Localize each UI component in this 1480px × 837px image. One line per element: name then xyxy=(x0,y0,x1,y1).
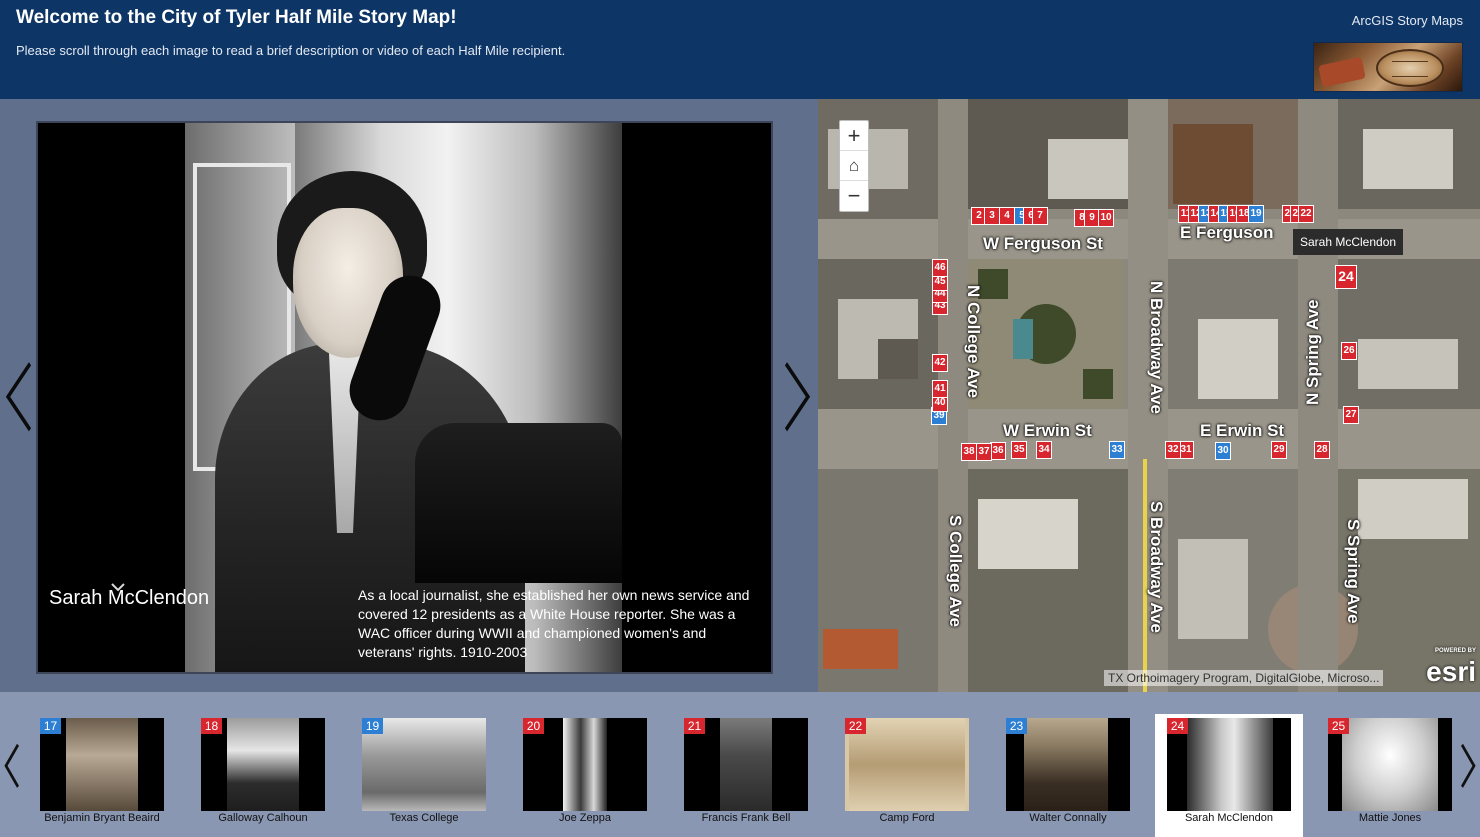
carousel-item-label: Camp Ford xyxy=(879,812,935,824)
carousel-item-label: Mattie Jones xyxy=(1358,812,1422,824)
chevron-left-icon xyxy=(5,362,32,432)
header-logo-image xyxy=(1313,42,1463,92)
zoom-in-button[interactable]: + xyxy=(840,121,868,151)
item-number-badge: 20 xyxy=(523,718,544,734)
map-marker[interactable]: 3 xyxy=(984,207,1000,225)
item-title: Sarah McClendon xyxy=(49,587,210,609)
page-subtitle: Please scroll through each image to read… xyxy=(16,43,566,58)
map-marker[interactable]: 37 xyxy=(976,443,992,461)
item-number-badge: 17 xyxy=(40,718,61,734)
street-label-w-erwin: W Erwin St xyxy=(1003,421,1092,440)
map-marker[interactable]: 32 xyxy=(1165,441,1181,459)
map-tooltip: Sarah McClendon xyxy=(1293,229,1404,255)
carousel-item-active[interactable]: 24 Sarah McClendon xyxy=(1167,718,1291,834)
map-marker[interactable]: 26 xyxy=(1341,342,1357,360)
map-marker[interactable]: 36 xyxy=(990,442,1006,460)
map-marker[interactable]: 30 xyxy=(1215,442,1231,460)
page-title: Welcome to the City of Tyler Half Mile S… xyxy=(16,7,457,28)
map-marker[interactable]: 19 xyxy=(1248,205,1264,223)
street-label-e-ferguson: E Ferguson xyxy=(1180,223,1274,242)
chevron-right-icon xyxy=(1461,743,1476,788)
carousel-item[interactable]: 17 Benjamin Bryant Beaird xyxy=(40,718,164,834)
street-label-s-broadway: S Broadway Ave xyxy=(1147,501,1166,633)
item-number-badge: 25 xyxy=(1328,718,1349,734)
map-marker[interactable]: 7 xyxy=(1032,207,1048,225)
arcgis-story-maps-link[interactable]: ArcGIS Story Maps xyxy=(1352,13,1463,28)
item-number-badge: 24 xyxy=(1167,718,1188,734)
map-marker[interactable]: 35 xyxy=(1011,441,1027,459)
street-label-e-erwin: E Erwin St xyxy=(1200,421,1285,440)
carousel-next-button[interactable] xyxy=(1460,742,1476,798)
logo-brick xyxy=(1318,56,1366,88)
item-number-badge: 18 xyxy=(201,718,222,734)
logo-plaque xyxy=(1376,49,1444,87)
map-marker[interactable]: 29 xyxy=(1271,441,1287,459)
carousel-item-label: Joe Zeppa xyxy=(559,812,611,824)
map-marker[interactable]: 41 xyxy=(932,380,948,398)
item-description: As a local journalist, she established h… xyxy=(358,587,750,660)
story-map[interactable]: + ⌂ − W Ferguson St E Ferguson W Erwin S… xyxy=(818,99,1480,692)
carousel-item[interactable]: 25 Mattie Jones xyxy=(1328,718,1452,834)
street-label-w-ferguson: W Ferguson St xyxy=(983,234,1103,253)
map-marker[interactable]: 38 xyxy=(961,443,977,461)
carousel-item-label: Francis Frank Bell xyxy=(701,812,791,824)
zoom-out-button[interactable]: − xyxy=(840,181,868,211)
street-label-n-college: N College Ave xyxy=(964,285,983,399)
chevron-right-icon xyxy=(784,362,811,432)
next-item-button[interactable] xyxy=(782,359,812,448)
street-label-s-spring: S Spring Ave xyxy=(1344,519,1363,624)
prev-item-button[interactable] xyxy=(4,359,34,448)
item-number-badge: 22 xyxy=(845,718,866,734)
home-button[interactable]: ⌂ xyxy=(840,151,868,181)
street-label-n-broadway: N Broadway Ave xyxy=(1147,281,1166,414)
map-marker-selected[interactable]: 24 xyxy=(1335,265,1357,289)
thumbnail-carousel: 17 Benjamin Bryant Beaird 18 Galloway Ca… xyxy=(0,692,1480,837)
carousel-item-label: Sarah McClendon xyxy=(1184,812,1274,824)
map-attribution: TX Orthoimagery Program, DigitalGlobe, M… xyxy=(1104,670,1384,686)
media-frame: Sarah McClendon As a local journalist, s… xyxy=(36,121,773,674)
item-number-badge: 21 xyxy=(684,718,705,734)
item-number-badge: 19 xyxy=(362,718,383,734)
map-marker[interactable]: 22 xyxy=(1298,205,1314,223)
street-label-n-spring: N Spring Ave xyxy=(1303,299,1322,405)
media-panel: Sarah McClendon As a local journalist, s… xyxy=(0,99,818,692)
header-bar: Welcome to the City of Tyler Half Mile S… xyxy=(0,0,1480,99)
chevron-left-icon xyxy=(4,743,19,788)
carousel-item[interactable]: 22 Camp Ford xyxy=(845,718,969,834)
esri-logo: POWERED BY esri xyxy=(1426,648,1476,687)
item-number-badge: 23 xyxy=(1006,718,1027,734)
map-marker[interactable]: 28 xyxy=(1314,441,1330,459)
map-marker[interactable]: 10 xyxy=(1098,209,1114,227)
carousel-prev-button[interactable] xyxy=(4,742,20,798)
carousel-item-label: Galloway Calhoun xyxy=(218,812,308,824)
carousel-item-label: Walter Connally xyxy=(1029,812,1107,824)
map-marker[interactable]: 4 xyxy=(999,207,1015,225)
map-marker[interactable]: 46 xyxy=(932,259,948,277)
carousel-item[interactable]: 20 Joe Zeppa xyxy=(523,718,647,834)
carousel-item[interactable]: 18 Galloway Calhoun xyxy=(201,718,325,834)
carousel-item-label: Texas College xyxy=(389,812,459,824)
carousel-item[interactable]: 23 Walter Connally xyxy=(1006,718,1130,834)
street-label-s-college: S College Ave xyxy=(946,515,965,628)
map-marker[interactable]: 27 xyxy=(1343,406,1359,424)
carousel-item[interactable]: 19 Texas College xyxy=(362,718,486,834)
carousel-item[interactable]: 21 Francis Frank Bell xyxy=(684,718,808,834)
zoom-controls: + ⌂ − xyxy=(839,120,869,212)
map-marker[interactable]: 42 xyxy=(932,354,948,372)
map-marker[interactable]: 33 xyxy=(1109,441,1125,459)
map-marker[interactable]: 34 xyxy=(1036,441,1052,459)
carousel-item-label: Benjamin Bryant Beaird xyxy=(44,812,160,824)
